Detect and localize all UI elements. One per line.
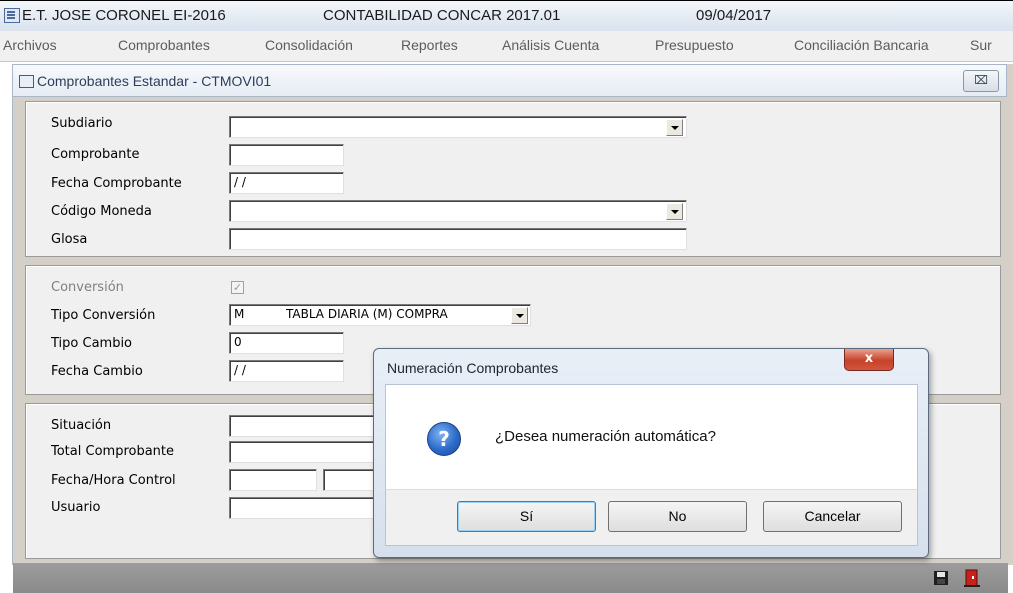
- app-titlebar: E.T. JOSE CORONEL EI-2016 CONTABILIDAD C…: [0, 0, 1013, 32]
- fecha-cambio-input[interactable]: / /: [229, 360, 344, 382]
- menu-archivos[interactable]: Archivos: [3, 37, 57, 53]
- fecha-comprobante-label: Fecha Comprobante: [51, 176, 182, 191]
- tipo-conversion-code: M: [234, 307, 245, 321]
- usuario-label: Usuario: [51, 500, 101, 515]
- child-titlebar: Comprobantes Estandar - CTMOVI01 ⌧: [12, 64, 1007, 97]
- tipo-conversion-dropdown-icon[interactable]: [511, 307, 528, 324]
- menu-consolidacion[interactable]: Consolidación: [265, 37, 353, 53]
- dialog-close-button[interactable]: x: [844, 349, 894, 371]
- moneda-dropdown-icon[interactable]: [666, 203, 683, 220]
- app-title: CONTABILIDAD CONCAR 2017.01: [323, 7, 561, 24]
- fecha-comprobante-input[interactable]: / /: [229, 172, 344, 194]
- fecha-cambio-label: Fecha Cambio: [51, 364, 143, 379]
- child-title: Comprobantes Estandar - CTMOVI01: [37, 73, 272, 89]
- company-title: E.T. JOSE CORONEL EI-2016: [22, 7, 226, 24]
- menu-comprobantes[interactable]: Comprobantes: [118, 37, 210, 53]
- menu-bar: Archivos Comprobantes Consolidación Repo…: [0, 31, 1013, 62]
- window-icon: [19, 75, 34, 88]
- codigo-moneda-label: Código Moneda: [51, 204, 152, 219]
- bottom-toolbar: [13, 563, 1008, 593]
- menu-reportes[interactable]: Reportes: [401, 37, 458, 53]
- glosa-label: Glosa: [51, 232, 88, 247]
- menu-analisis-cuenta[interactable]: Análisis Cuenta: [502, 37, 599, 53]
- subdiario-dropdown-icon[interactable]: [666, 119, 683, 136]
- usuario-input[interactable]: [229, 497, 379, 519]
- tipo-conversion-desc: TABLA DIARIA (M) COMPRA: [286, 307, 448, 321]
- conversion-checkbox[interactable]: ✓: [231, 281, 244, 294]
- fecha-control-input[interactable]: [229, 469, 317, 491]
- tipo-cambio-input[interactable]: 0: [229, 332, 344, 354]
- situacion-label: Situación: [51, 418, 112, 433]
- app-date: 09/04/2017: [696, 7, 772, 24]
- dialog-title: Numeración Comprobantes: [387, 360, 559, 376]
- total-comprobante-input[interactable]: [229, 441, 379, 463]
- numeracion-dialog: Numeración Comprobantes x ? ¿Desea numer…: [373, 348, 929, 558]
- close-window-button[interactable]: ⌧: [963, 70, 999, 92]
- question-icon: ?: [427, 422, 461, 456]
- menu-presupuesto[interactable]: Presupuesto: [655, 37, 734, 53]
- app-icon: [4, 8, 20, 23]
- tipo-cambio-label: Tipo Cambio: [51, 336, 133, 351]
- fecha-hora-control-label: Fecha/Hora Control: [51, 473, 176, 488]
- glosa-input[interactable]: [229, 228, 687, 250]
- total-comprobante-label: Total Comprobante: [51, 444, 175, 459]
- tipo-conversion-label: Tipo Conversión: [51, 308, 156, 323]
- tipo-conversion-select[interactable]: M TABLA DIARIA (M) COMPRA: [229, 304, 531, 326]
- menu-conciliacion-bancaria[interactable]: Conciliación Bancaria: [794, 37, 929, 53]
- situacion-input[interactable]: [229, 415, 379, 437]
- subdiario-select[interactable]: [229, 116, 687, 138]
- cancel-button[interactable]: Cancelar: [763, 501, 902, 532]
- subdiario-label: Subdiario: [51, 116, 113, 131]
- codigo-moneda-select[interactable]: [229, 200, 687, 222]
- conversion-label: Conversión: [51, 280, 124, 295]
- no-button[interactable]: No: [608, 501, 747, 532]
- comprobante-input[interactable]: [229, 144, 344, 166]
- menu-sur[interactable]: Sur: [970, 37, 992, 53]
- dialog-message: ¿Desea numeración automática?: [495, 428, 716, 445]
- yes-button[interactable]: Sí: [457, 501, 596, 532]
- save-icon[interactable]: [930, 567, 952, 589]
- exit-door-icon[interactable]: [961, 567, 983, 589]
- comprobante-section: Subdiario Comprobante Fecha Comprobante …: [25, 101, 1001, 257]
- comprobante-label: Comprobante: [51, 147, 140, 162]
